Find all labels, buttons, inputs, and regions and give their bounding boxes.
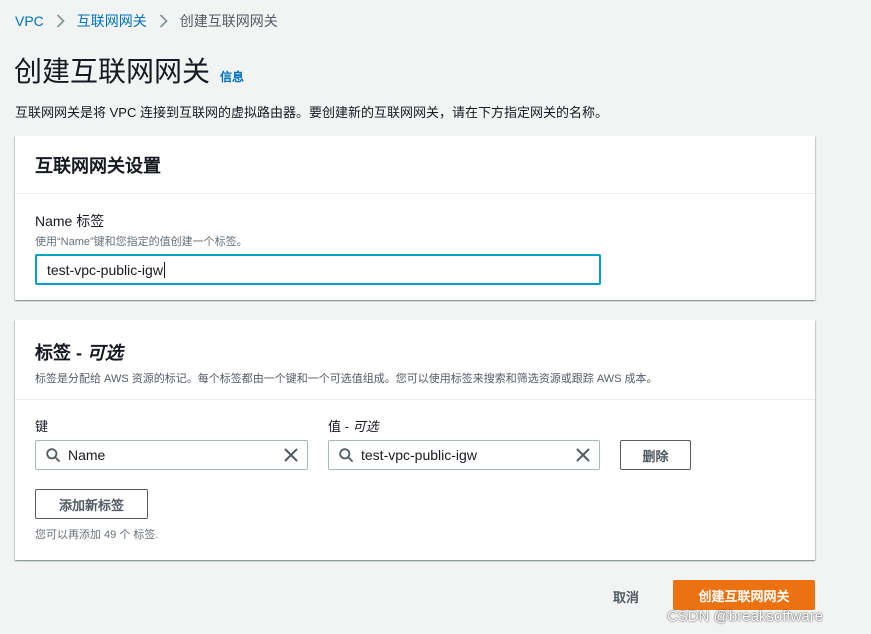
page-description: 互联网网关是将 VPC 连接到互联网的虚拟路由器。要创建新的互联网网关，请在下方… xyxy=(15,105,608,120)
search-icon xyxy=(46,448,60,462)
breadcrumb: VPC 互联网网关 创建互联网网关 xyxy=(15,11,278,31)
clear-icon[interactable] xyxy=(576,448,590,462)
watermark: CSDN @breaksoftware xyxy=(667,608,824,625)
tags-description: 标签是分配给 AWS 资源的标记。每个标签都由一个键和一个可选值组成。您可以使用… xyxy=(35,373,658,385)
name-tag-hint: 使用“Name”键和您指定的值创建一个标签。 xyxy=(35,236,248,248)
clear-icon[interactable] xyxy=(284,448,298,462)
breadcrumb-link-vpc[interactable]: VPC xyxy=(15,13,44,29)
tag-key-input[interactable]: Name xyxy=(35,440,308,470)
text-caret xyxy=(163,261,165,278)
name-tag-value: test-vpc-public-igw xyxy=(47,261,163,278)
tags-panel: 标签 - 可选 标签是分配给 AWS 资源的标记。每个标签都由一个键和一个可选值… xyxy=(15,320,815,560)
remove-tag-button[interactable]: 删除 xyxy=(620,440,691,470)
page-title: 创建互联网网关 xyxy=(14,56,211,87)
breadcrumb-current: 创建互联网网关 xyxy=(179,13,278,29)
search-icon xyxy=(339,448,353,462)
panel-header: 标签 - 可选 标签是分配给 AWS 资源的标记。每个标签都由一个键和一个可选值… xyxy=(15,320,815,400)
tag-value-value: test-vpc-public-igw xyxy=(361,447,477,463)
chevron-right-icon xyxy=(159,14,168,28)
name-tag-field: Name 标签 使用“Name”键和您指定的值创建一个标签。 test-vpc-… xyxy=(35,211,601,285)
igw-settings-panel: 互联网网关设置 Name 标签 使用“Name”键和您指定的值创建一个标签。 t… xyxy=(15,136,815,300)
tag-key-label: 键 xyxy=(35,419,49,434)
info-link[interactable]: 信息 xyxy=(220,68,244,85)
panel-title: 互联网网关设置 xyxy=(35,155,161,176)
tag-value-input[interactable]: test-vpc-public-igw xyxy=(328,440,600,470)
remaining-tags-hint: 您可以再添加 49 个 标签. xyxy=(35,529,159,541)
name-tag-label: Name 标签 xyxy=(35,213,105,229)
chevron-right-icon xyxy=(56,14,65,28)
add-tag-button[interactable]: 添加新标签 xyxy=(35,489,148,519)
name-tag-input[interactable]: test-vpc-public-igw xyxy=(35,254,601,285)
page-header: 创建互联网网关 信息 xyxy=(14,50,244,90)
breadcrumb-link-igw[interactable]: 互联网网关 xyxy=(77,11,147,31)
panel-header: 互联网网关设置 xyxy=(15,136,815,194)
cancel-button[interactable]: 取消 xyxy=(613,587,639,606)
create-igw-button[interactable]: 创建互联网网关 xyxy=(673,580,815,610)
tag-key-value: Name xyxy=(68,447,106,463)
tag-value-label: 值 - 可选 xyxy=(328,419,379,434)
panel-title: 标签 - 可选 xyxy=(35,343,123,363)
